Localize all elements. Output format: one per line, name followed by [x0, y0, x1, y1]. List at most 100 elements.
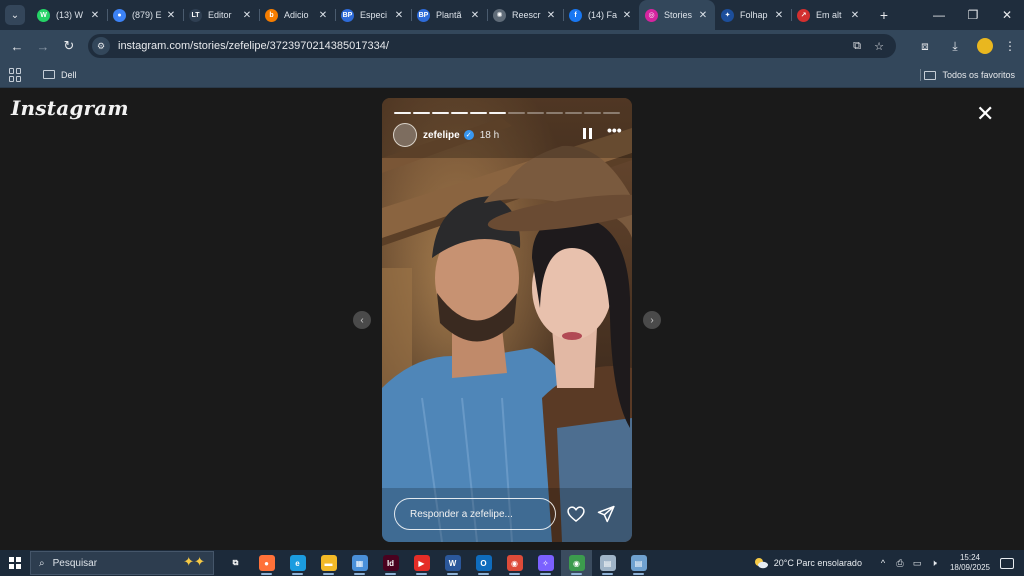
browser-tab[interactable]: ● (879) E ✕	[107, 0, 183, 30]
taskbar-app-edge[interactable]: e	[282, 550, 313, 576]
store-icon: ▦	[351, 555, 368, 571]
taskbar-app-chrome-2[interactable]: ◉	[561, 550, 592, 576]
close-window-button[interactable]: ✕	[990, 0, 1024, 30]
story-author-avatar[interactable]	[393, 123, 417, 147]
tab-close-icon[interactable]: ✕	[697, 10, 709, 21]
taskbar-apps: ⧉ ● e ▬ ▦ Id ▶ W O ◉ ✧ ◉ ▤ ▤	[220, 550, 654, 576]
bookmark-star-icon[interactable]: ☆	[868, 40, 890, 53]
taskbar-clock[interactable]: 15:24 18/09/2025	[950, 553, 990, 573]
new-tab-button[interactable]: +	[875, 7, 893, 23]
tab-close-icon[interactable]: ✕	[89, 10, 101, 21]
tab-close-icon[interactable]: ✕	[317, 10, 329, 21]
menu-kebab-icon[interactable]: ⋮	[1000, 39, 1020, 53]
tab-close-icon[interactable]: ✕	[393, 10, 405, 21]
downloads-icon[interactable]: ⤓	[940, 39, 970, 54]
minimize-button[interactable]: —	[922, 0, 956, 30]
tab-close-icon[interactable]: ✕	[849, 10, 861, 21]
apps-grid-icon[interactable]	[9, 67, 23, 82]
indesign-icon: Id	[382, 555, 399, 571]
tab-close-icon[interactable]: ✕	[621, 10, 633, 21]
more-options-button[interactable]: •••	[607, 122, 622, 138]
back-button[interactable]: ←	[4, 33, 30, 59]
taskbar-app-word[interactable]: W	[437, 550, 468, 576]
story-progress-segment	[527, 112, 544, 114]
browser-tab[interactable]: ✺ Reescr ✕	[487, 0, 563, 30]
weather-partly-sunny-icon[interactable]	[754, 557, 768, 569]
browser-tab[interactable]: f (14) Fa ✕	[563, 0, 639, 30]
address-bar[interactable]: ⚙ instagram.com/stories/zefelipe/3723970…	[88, 34, 896, 58]
browser-tab[interactable]: BP Especi ✕	[335, 0, 411, 30]
story-progress-segment	[451, 112, 468, 114]
story-progress-segment	[489, 112, 506, 114]
profile-avatar[interactable]	[977, 38, 993, 54]
story-reply-input[interactable]: Responder a zefelipe...	[394, 498, 556, 530]
tab-search-button[interactable]: ⌄	[5, 5, 25, 25]
story-progress-segment	[565, 112, 582, 114]
extensions-icon[interactable]: ⧈	[910, 39, 940, 54]
browser-tab[interactable]: LT Editor ✕	[183, 0, 259, 30]
like-heart-icon[interactable]	[566, 504, 586, 524]
editor-icon: LT	[189, 8, 202, 22]
volume-muted-icon[interactable]: 🕨	[927, 558, 941, 569]
taskbar-app-indesign[interactable]: Id	[375, 550, 406, 576]
previous-story-button[interactable]: ‹	[353, 311, 371, 329]
browser-tab[interactable]: BP Plantã ✕	[411, 0, 487, 30]
taskbar-app-store[interactable]: ▦	[344, 550, 375, 576]
taskbar-app-file-explorer[interactable]: ▬	[313, 550, 344, 576]
chevron-down-icon: ⌄	[10, 9, 20, 21]
bp-icon: BP	[417, 8, 430, 22]
notifications-icon[interactable]	[1000, 557, 1014, 569]
browser-tab[interactable]: W (13) W ✕	[31, 0, 107, 30]
tab-close-icon[interactable]: ✕	[241, 10, 253, 21]
reload-button[interactable]: ↻	[56, 33, 82, 59]
taskbar-search-box[interactable]: ⌕ Pesquisar ✦✦	[30, 551, 214, 575]
start-button[interactable]	[0, 550, 30, 576]
tab-list: W (13) W ✕ ● (879) E ✕ LT Editor ✕ b Adicio ✕ BP Espe…	[31, 0, 867, 30]
share-send-icon[interactable]	[596, 504, 616, 524]
arrow-left-icon: ←	[10, 38, 24, 54]
taskbar-app-notepad[interactable]: ▤	[592, 550, 623, 576]
openai-icon: ✺	[493, 8, 506, 22]
tab-title: Folhap	[740, 10, 768, 20]
story-username[interactable]: zefelipe	[423, 130, 460, 141]
pause-button[interactable]	[583, 128, 592, 139]
taskbar-app-youtube[interactable]: ▶	[406, 550, 437, 576]
chevron-left-icon: ‹	[360, 314, 364, 326]
file-explorer-icon: ▬	[320, 555, 337, 571]
browser-tab[interactable]: ✦ Folhap ✕	[715, 0, 791, 30]
instagram-logo[interactable]: Instagram	[11, 96, 129, 120]
taskbar-app-firefox[interactable]: ●	[251, 550, 282, 576]
maximize-button[interactable]: ❐	[956, 0, 990, 30]
taskbar-app-copilot[interactable]: ✧	[530, 550, 561, 576]
taskbar-app-notepad-2[interactable]: ▤	[623, 550, 654, 576]
bookmark-folder-dell[interactable]: Dell	[43, 70, 77, 80]
story-progress-segment	[546, 112, 563, 114]
taskbar-app-outlook[interactable]: O	[468, 550, 499, 576]
browser-tab[interactable]: ↗ Em alt ✕	[791, 0, 867, 30]
clock-date: 18/09/2025	[949, 563, 990, 572]
tab-title: Adicio	[284, 10, 309, 20]
meet-now-icon[interactable]: ⎙	[893, 558, 907, 569]
browser-tab[interactable]: ◎ Stories ✕	[639, 0, 715, 30]
forward-button[interactable]: →	[30, 33, 56, 59]
taskbar-app-taskview[interactable]: ⧉	[220, 550, 251, 576]
tab-close-icon[interactable]: ✕	[165, 10, 177, 21]
site-info-icon[interactable]: ⚙	[92, 37, 110, 55]
network-icon[interactable]: ▭	[910, 558, 924, 569]
story-card[interactable]: zefelipe ✓ 18 h ••• Responder a zefelipe…	[382, 98, 632, 542]
taskbar-app-chrome[interactable]: ◉	[499, 550, 530, 576]
weather-text[interactable]: 20°C Parc ensolarado	[774, 558, 862, 568]
install-app-icon[interactable]: ⧉	[846, 40, 868, 53]
tab-close-icon[interactable]: ✕	[469, 10, 481, 21]
close-story-button[interactable]: ✕	[976, 103, 994, 125]
folha-icon: ✦	[721, 8, 734, 22]
chrome-icon-2: ◉	[568, 555, 585, 571]
tab-close-icon[interactable]: ✕	[773, 10, 785, 21]
url-text[interactable]: instagram.com/stories/zefelipe/372397021…	[118, 40, 846, 52]
show-hidden-icons-chevron-icon[interactable]: ^	[876, 558, 890, 568]
all-bookmarks-button[interactable]: Todos os favoritos	[924, 62, 1015, 88]
tab-close-icon[interactable]: ✕	[545, 10, 557, 21]
arrow-right-icon: →	[36, 38, 50, 54]
next-story-button[interactable]: ›	[643, 311, 661, 329]
browser-tab[interactable]: b Adicio ✕	[259, 0, 335, 30]
